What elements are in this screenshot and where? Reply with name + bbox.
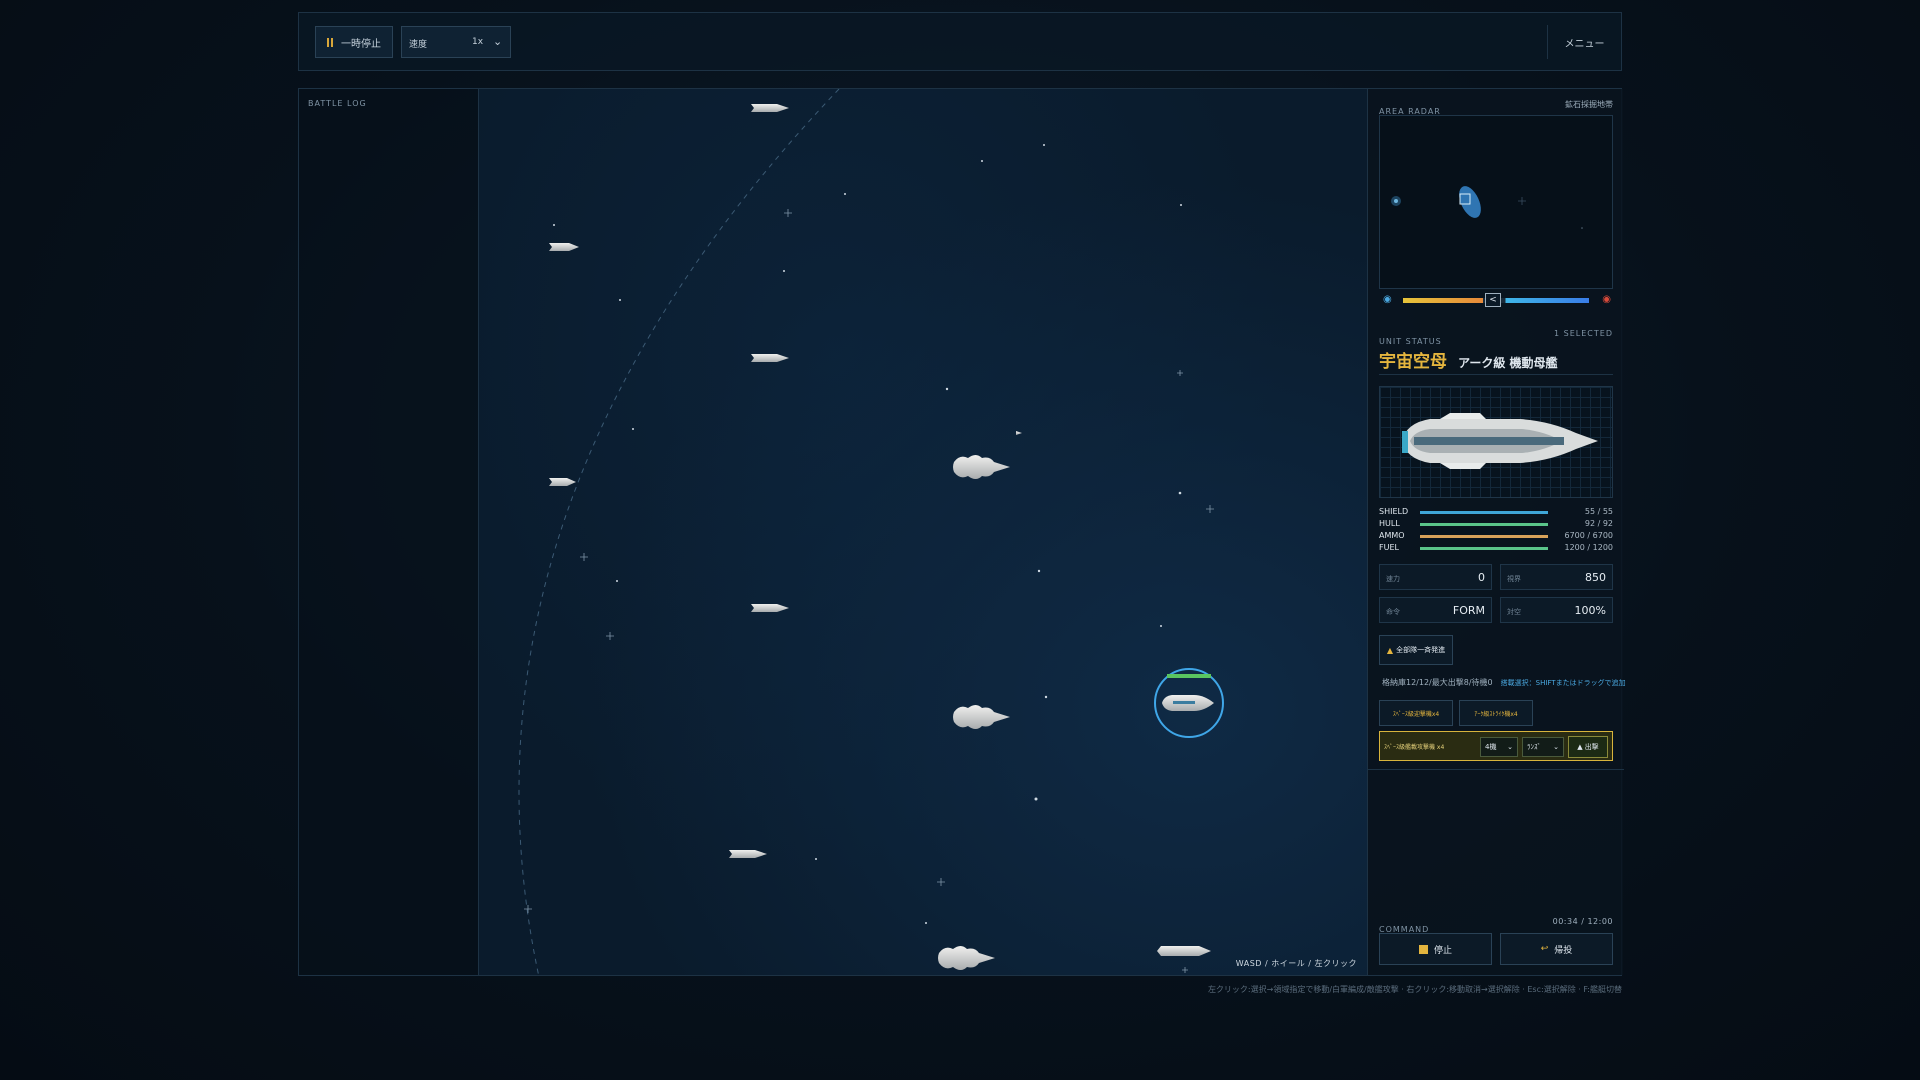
fighter-ship bbox=[751, 104, 789, 112]
cell-order: 命令 FORM bbox=[1379, 597, 1492, 623]
mission-timer: 00:34 / 12:00 bbox=[1552, 917, 1613, 926]
deploy-button[interactable]: ▲ 出撃 bbox=[1568, 736, 1608, 758]
pause-icon bbox=[327, 37, 333, 47]
fighter-ship bbox=[549, 478, 576, 486]
frigate-ship bbox=[953, 455, 1010, 479]
menu-button[interactable]: メニュー bbox=[1547, 25, 1621, 59]
enemy-marker-icon: ◉ bbox=[1602, 294, 1611, 305]
stat-fuel: FUEL 1200 / 1200 bbox=[1379, 543, 1613, 552]
warning-icon: ▲ bbox=[1386, 645, 1394, 655]
stat-fill bbox=[1420, 523, 1548, 526]
speed-select[interactable]: 速度 1x ⌄ bbox=[401, 26, 511, 58]
frigate-ship bbox=[1157, 946, 1211, 956]
fighter-ship bbox=[729, 850, 767, 858]
selected-count: 1 SELECTED bbox=[1554, 329, 1613, 338]
ally-marker-icon: ◉ bbox=[1383, 294, 1392, 305]
deploy-squad-label: ｽﾍﾟｰｽ級艦載攻撃機 x4 bbox=[1384, 744, 1445, 751]
stat-fill bbox=[1420, 511, 1548, 514]
zoom-slider[interactable]: ◉ < ◉ bbox=[1379, 293, 1613, 307]
stop-button[interactable]: 停止 bbox=[1379, 933, 1492, 965]
selected-carrier[interactable] bbox=[1154, 668, 1224, 738]
carrier-image bbox=[1402, 413, 1598, 469]
speed-value: 1x bbox=[472, 37, 484, 47]
side-panel: AREA RADAR 鉱石採掘地帯 ◉ < ◉ UNIT STATUS 1 SE… bbox=[1367, 89, 1626, 975]
stat-shield: SHIELD 55 / 55 bbox=[1379, 507, 1613, 516]
frigate-group bbox=[938, 455, 1211, 970]
fighter-ship bbox=[1016, 431, 1022, 435]
deploy-mode-select[interactable]: ﾗﾝｽﾞ ⌄ bbox=[1522, 737, 1564, 757]
frigate-ship bbox=[953, 705, 1010, 729]
launch-all-button[interactable]: ▲ 全部隊一斉発進 bbox=[1379, 635, 1453, 665]
cell-vision: 視界 850 bbox=[1500, 564, 1613, 590]
battle-log-panel: BATTLE LOG bbox=[299, 89, 479, 975]
controls-hint: WASD / ホイール / 左クリック bbox=[1235, 959, 1357, 968]
area-name: 鉱石採掘地帯 bbox=[1565, 100, 1613, 109]
stat-fill bbox=[1420, 535, 1548, 538]
cell-anti-air: 対空 100% bbox=[1500, 597, 1613, 623]
footer-hint: 左クリック:選択→領域指定で移動/白軍編成/敵艦攻撃 · 右クリック:移動取消→… bbox=[1207, 985, 1622, 994]
sparkle-markers bbox=[524, 209, 1214, 973]
battle-log-title: BATTLE LOG bbox=[308, 99, 367, 108]
chevron-down-icon: ⌄ bbox=[493, 35, 503, 48]
slider-handle[interactable]: < bbox=[1485, 293, 1501, 307]
area-radar[interactable] bbox=[1379, 115, 1613, 289]
pause-button[interactable]: 一時停止 bbox=[315, 26, 393, 58]
squad-button-interceptor[interactable]: ｽﾍﾟｰｽ級迎撃機x4 bbox=[1379, 700, 1453, 726]
pause-label: 一時停止 bbox=[341, 38, 381, 50]
panel-divider bbox=[1368, 769, 1624, 770]
stat-ammo: AMMO 6700 / 6700 bbox=[1379, 531, 1613, 540]
return-icon: ↩ bbox=[1540, 944, 1549, 954]
speed-label: 速度 bbox=[409, 40, 428, 50]
fighter-ship bbox=[751, 354, 789, 362]
fighter-ship bbox=[751, 604, 789, 612]
chevron-down-icon: ⌄ bbox=[1507, 743, 1513, 751]
stat-hull: HULL 92 / 92 bbox=[1379, 519, 1613, 528]
unit-status-title: UNIT STATUS bbox=[1379, 337, 1442, 346]
hangar-info: 格納庫12/12/最大出撃8/待機0 搭載選択：SHIFTまたはドラッグで追加 bbox=[1382, 678, 1626, 687]
unit-stats: SHIELD 55 / 55 HULL 92 / 92 AMMO 6700 / … bbox=[1379, 506, 1613, 554]
range-arc bbox=[518, 89, 840, 975]
deploy-row: ｽﾍﾟｰｽ級艦載攻撃機 x4 4機 ⌄ ﾗﾝｽﾞ ⌄ ▲ 出撃 bbox=[1379, 731, 1613, 761]
launch-icon: ▲ bbox=[1577, 743, 1583, 751]
chevron-down-icon: ⌄ bbox=[1553, 743, 1559, 751]
unit-status-header: UNIT STATUS 1 SELECTED bbox=[1379, 329, 1613, 348]
stop-icon bbox=[1418, 944, 1428, 954]
top-bar: 一時停止 速度 1x ⌄ メニュー bbox=[298, 12, 1622, 71]
unit-name: 宇宙空母 bbox=[1379, 352, 1447, 372]
ship-portrait bbox=[1379, 386, 1613, 498]
star-field bbox=[553, 144, 1182, 924]
unit-title: 宇宙空母 アーク級 機動母艦 bbox=[1379, 347, 1613, 375]
deploy-count-select[interactable]: 4機 ⌄ bbox=[1480, 737, 1518, 757]
retreat-button[interactable]: ↩ 帰投 bbox=[1500, 933, 1613, 965]
hangar-hint: 搭載選択：SHIFTまたはドラッグで追加 bbox=[1500, 679, 1626, 687]
cell-speed: 速力 0 bbox=[1379, 564, 1492, 590]
battlefield-canvas bbox=[518, 89, 1224, 975]
frigate-ship bbox=[938, 946, 995, 970]
stat-fill bbox=[1420, 547, 1548, 550]
fighter-ship bbox=[549, 243, 579, 251]
game-main: BATTLE LOG WASD / ホイール / 左クリック AREA RADA… bbox=[298, 88, 1626, 976]
battlefield[interactable]: WASD / ホイール / 左クリック bbox=[479, 89, 1367, 975]
fighter-group bbox=[549, 104, 1022, 858]
squad-button-strike[interactable]: ｱｰｸ級ｽﾄﾗｲｸ機x4 bbox=[1459, 700, 1533, 726]
radar-map bbox=[1391, 186, 1583, 229]
unit-class: アーク級 機動母艦 bbox=[1458, 356, 1558, 370]
